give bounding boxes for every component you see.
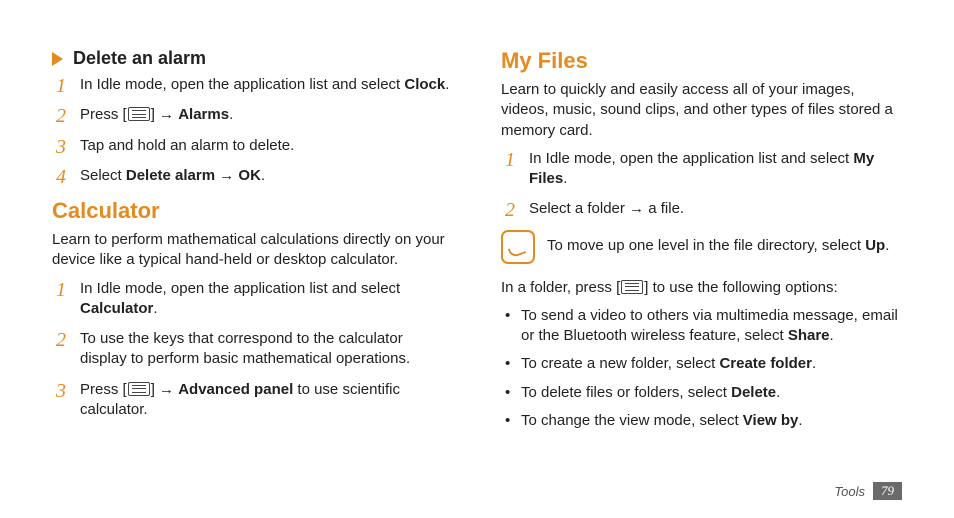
- bold: View by: [743, 412, 799, 429]
- manual-page: Delete an alarm In Idle mode, open the a…: [0, 0, 954, 518]
- text: .: [798, 412, 802, 429]
- step-text: Select a folder → a file.: [529, 200, 684, 217]
- calculator-intro: Learn to perform mathematical calculatio…: [52, 230, 453, 271]
- menu-icon: [128, 107, 150, 121]
- section-my-files: My Files: [501, 48, 902, 74]
- text: To create a new folder, select: [521, 355, 719, 372]
- step-text: →: [215, 167, 238, 184]
- step-text: In Idle mode, open the application list …: [80, 76, 404, 93]
- bold: Share: [788, 327, 830, 344]
- step-text: .: [445, 76, 449, 93]
- step-item: To use the keys that correspond to the c…: [56, 329, 453, 370]
- step-item: In Idle mode, open the application list …: [56, 279, 453, 320]
- bold: Clock: [404, 76, 445, 93]
- step-text: In Idle mode, open the application list …: [529, 150, 853, 167]
- text: In a folder, press [: [501, 279, 620, 296]
- step-text: ] →: [151, 381, 179, 398]
- text: To change the view mode, select: [521, 412, 743, 429]
- note-icon: [501, 230, 535, 264]
- text: To send a video to others via multimedia…: [521, 307, 898, 344]
- step-item: Press [] → Advanced panel to use scienti…: [56, 380, 453, 421]
- step-text: Tap and hold an alarm to delete.: [80, 137, 294, 154]
- delete-alarm-steps: In Idle mode, open the application list …: [52, 75, 453, 186]
- page-footer: Tools 79: [834, 482, 902, 500]
- step-text: In Idle mode, open the application list …: [80, 280, 400, 297]
- note-block: To move up one level in the file directo…: [501, 230, 902, 264]
- bold: Up: [865, 237, 885, 254]
- text: ] to use the following options:: [644, 279, 837, 296]
- list-item: To change the view mode, select View by.: [505, 411, 902, 431]
- step-text: Select: [80, 167, 126, 184]
- folder-options-intro: In a folder, press [ ] to use the followi…: [501, 278, 902, 298]
- bold: Calculator: [80, 300, 153, 317]
- bold: Delete: [731, 384, 776, 401]
- left-column: Delete an alarm In Idle mode, open the a…: [52, 48, 453, 518]
- page-number: 79: [873, 482, 902, 500]
- my-files-steps: In Idle mode, open the application list …: [501, 149, 902, 220]
- step-text: Press [: [80, 381, 127, 398]
- step-text: .: [563, 170, 567, 187]
- list-item: To send a video to others via multimedia…: [505, 306, 902, 347]
- step-item: In Idle mode, open the application list …: [505, 149, 902, 190]
- step-text: To use the keys that correspond to the c…: [80, 330, 410, 367]
- bold: Advanced panel: [178, 381, 293, 398]
- my-files-intro: Learn to quickly and easily access all o…: [501, 80, 902, 141]
- chevron-right-icon: [52, 52, 63, 66]
- folder-options-list: To send a video to others via multimedia…: [501, 306, 902, 431]
- step-item: Tap and hold an alarm to delete.: [56, 136, 453, 156]
- subsection-title: Delete an alarm: [73, 48, 206, 69]
- step-item: Press [ ] → Alarms.: [56, 105, 453, 125]
- step-text: .: [261, 167, 265, 184]
- subsection-delete-alarm: Delete an alarm: [52, 48, 453, 69]
- text: .: [812, 355, 816, 372]
- step-item: Select Delete alarm → OK.: [56, 166, 453, 186]
- step-item: Select a folder → a file.: [505, 199, 902, 219]
- list-item: To delete files or folders, select Delet…: [505, 383, 902, 403]
- text: .: [776, 384, 780, 401]
- right-column: My Files Learn to quickly and easily acc…: [501, 48, 902, 518]
- step-text: Press [: [80, 106, 127, 123]
- step-text: .: [153, 300, 157, 317]
- step-text: .: [229, 106, 233, 123]
- text: To delete files or folders, select: [521, 384, 731, 401]
- bold: Create folder: [719, 355, 812, 372]
- menu-icon: [621, 280, 643, 294]
- calculator-steps: In Idle mode, open the application list …: [52, 279, 453, 421]
- text: .: [830, 327, 834, 344]
- bold: Delete alarm: [126, 167, 215, 184]
- note-text: To move up one level in the file directo…: [547, 236, 889, 256]
- note-text-part: .: [885, 237, 889, 254]
- step-text: ] →: [151, 106, 179, 123]
- footer-category: Tools: [834, 484, 865, 499]
- section-calculator: Calculator: [52, 198, 453, 224]
- list-item: To create a new folder, select Create fo…: [505, 354, 902, 374]
- note-text-part: To move up one level in the file directo…: [547, 237, 865, 254]
- bold: OK: [238, 167, 261, 184]
- menu-icon: [128, 382, 150, 396]
- bold: Alarms: [178, 106, 229, 123]
- step-item: In Idle mode, open the application list …: [56, 75, 453, 95]
